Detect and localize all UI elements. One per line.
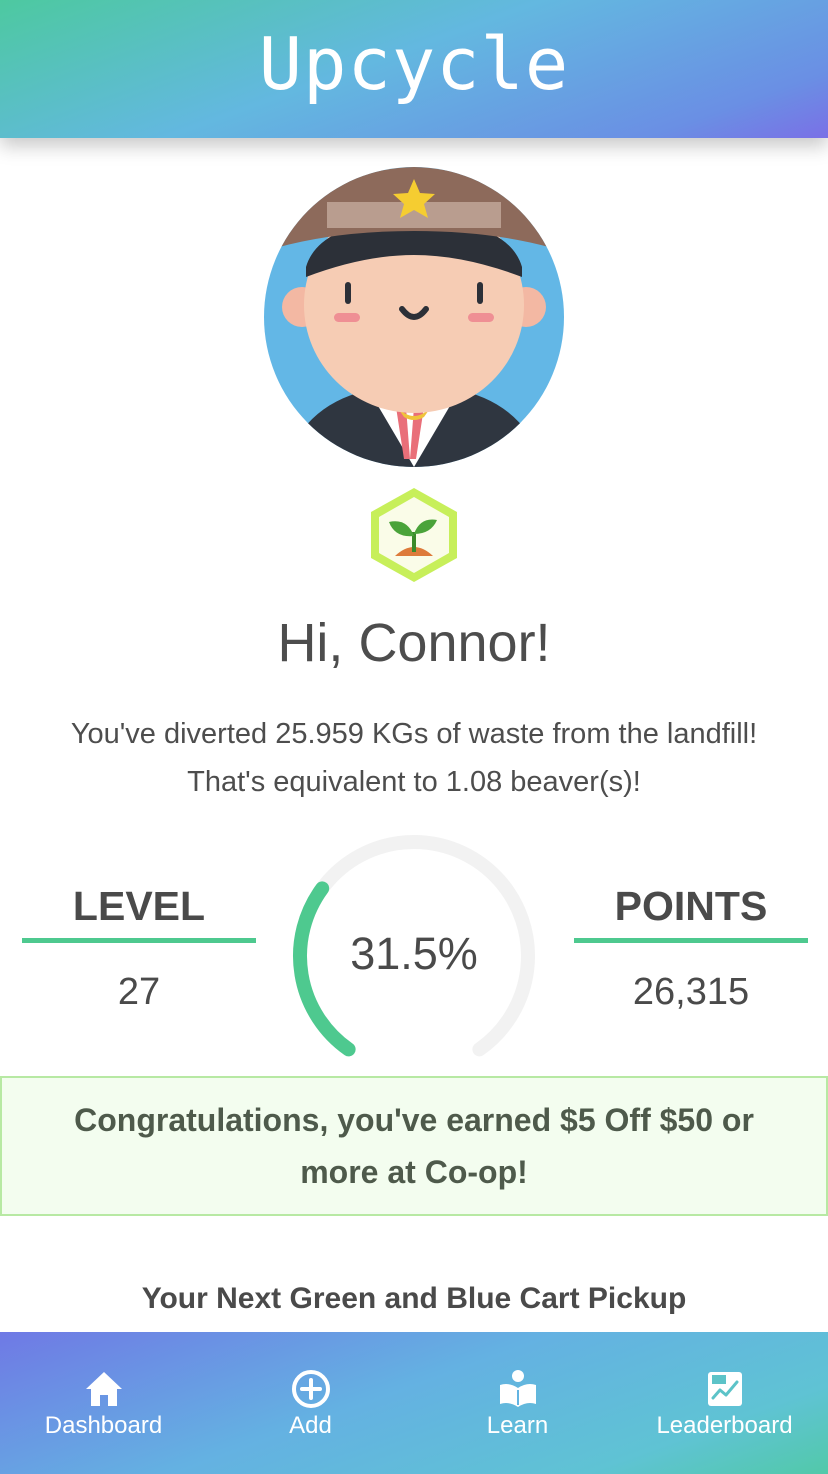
app-title: Upcycle bbox=[258, 22, 570, 106]
nav-leaderboard-label: Leaderboard bbox=[656, 1412, 793, 1439]
greeting-heading: Hi, Connor! bbox=[277, 613, 551, 673]
nav-add-label: Add bbox=[289, 1412, 332, 1439]
home-icon bbox=[85, 1372, 122, 1406]
level-divider bbox=[22, 938, 256, 943]
points-value: 26,315 bbox=[632, 971, 750, 1013]
points-stat: POINTS 26,315 bbox=[574, 880, 808, 1014]
bottom-nav: Dashboard Add Learn Leaderboard bbox=[0, 1332, 828, 1474]
nav-learn[interactable]: Learn bbox=[414, 1332, 621, 1474]
plus-circle-icon bbox=[291, 1370, 330, 1408]
nav-learn-label: Learn bbox=[486, 1412, 549, 1439]
level-stat: LEVEL 27 bbox=[22, 880, 256, 1014]
beaver-equivalent-text: That's equivalent to 1.08 beaver(s)! bbox=[187, 766, 641, 798]
waste-diverted-text: You've diverted 25.959 KGs of waste from… bbox=[70, 718, 758, 750]
points-divider bbox=[574, 938, 808, 943]
reward-message: Congratulations, you've earned $5 Off $5… bbox=[74, 1102, 754, 1190]
nav-leaderboard[interactable]: Leaderboard bbox=[621, 1332, 828, 1474]
book-reader-icon bbox=[499, 1370, 536, 1407]
user-avatar bbox=[264, 167, 564, 467]
points-label: POINTS bbox=[614, 883, 768, 929]
app-header: Upcycle bbox=[0, 0, 828, 138]
nav-add[interactable]: Add bbox=[207, 1332, 414, 1474]
nav-dashboard[interactable]: Dashboard bbox=[0, 1332, 207, 1474]
leaderboard-chart-icon bbox=[707, 1372, 742, 1406]
nav-dashboard-label: Dashboard bbox=[44, 1412, 163, 1439]
cart-pickup-heading: Your Next Green and Blue Cart Pickup bbox=[141, 1282, 687, 1315]
level-value: 27 bbox=[117, 971, 161, 1013]
reward-banner[interactable]: Congratulations, you've earned $5 Off $5… bbox=[0, 1076, 828, 1216]
waste-diverted-summary: You've diverted 25.959 KGs of waste from… bbox=[0, 710, 828, 806]
level-label: LEVEL bbox=[72, 883, 206, 929]
progress-percent: 31.5% bbox=[350, 928, 478, 979]
sprout-badge-icon bbox=[365, 486, 463, 584]
